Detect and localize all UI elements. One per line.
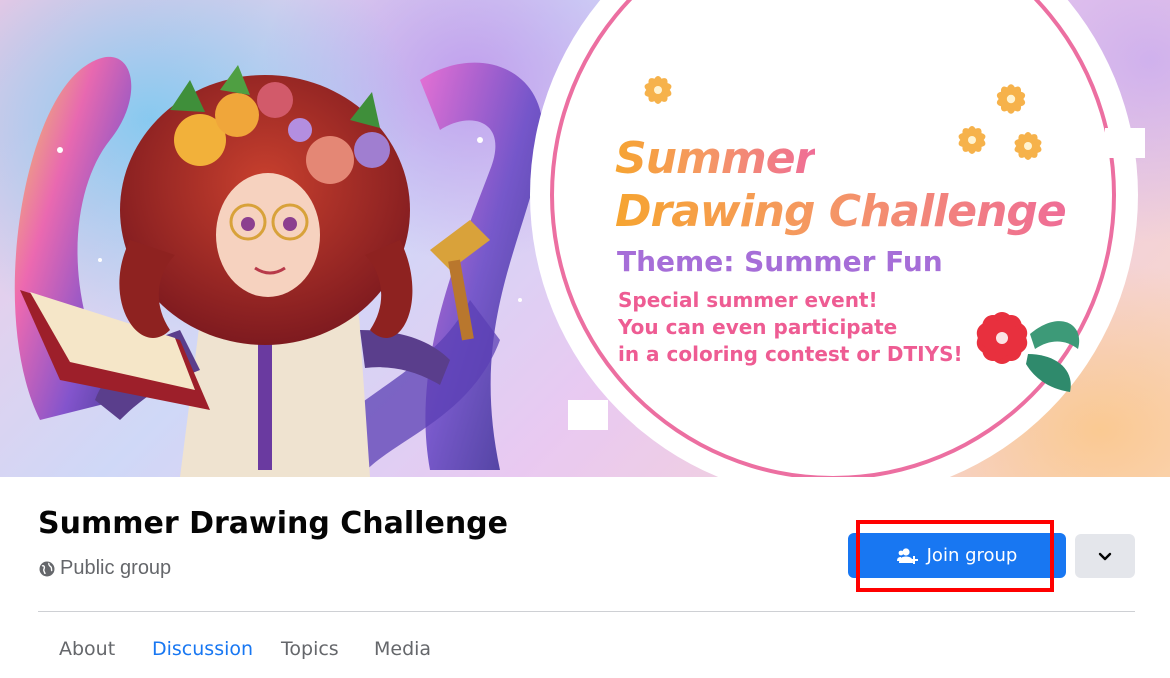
privacy-label: Public group <box>60 557 172 579</box>
cover-theme: Theme: Summer Fun <box>617 245 943 278</box>
chevron-down-icon <box>1098 552 1112 561</box>
ring-gap <box>1105 128 1145 158</box>
cover-title-line-2: Drawing Challenge <box>615 186 1067 237</box>
flower-icon <box>1014 132 1042 160</box>
group-privacy: Public group <box>39 557 171 580</box>
cover-title-line-1: Summer <box>615 133 816 184</box>
cover-description-line: Special summer event! <box>618 288 878 312</box>
tab-discussion[interactable]: Discussion <box>152 638 253 660</box>
header-divider <box>38 611 1135 612</box>
tab-about[interactable]: About <box>59 638 115 660</box>
ring-gap <box>568 400 608 430</box>
tab-topics[interactable]: Topics <box>281 638 339 660</box>
join-group-label: Join group <box>926 545 1018 566</box>
cover-description-line: You can even participate <box>618 315 898 339</box>
join-group-button[interactable]: Join group <box>848 533 1066 578</box>
cover-description-line: in a coloring contest or DTIYS! <box>618 342 963 366</box>
hibiscus-icon <box>976 312 1080 392</box>
flower-icon <box>644 76 672 104</box>
flower-icon <box>996 84 1026 114</box>
people-add-icon <box>896 547 918 564</box>
globe-icon <box>39 561 55 576</box>
cover-illustration <box>14 56 544 477</box>
group-name[interactable]: Summer Drawing Challenge <box>38 506 508 541</box>
tab-media[interactable]: Media <box>374 638 431 660</box>
more-options-button[interactable] <box>1075 534 1135 578</box>
cover-photo: Summer Drawing Challenge Theme: Summer F… <box>0 0 1170 477</box>
flower-icon <box>958 126 986 154</box>
